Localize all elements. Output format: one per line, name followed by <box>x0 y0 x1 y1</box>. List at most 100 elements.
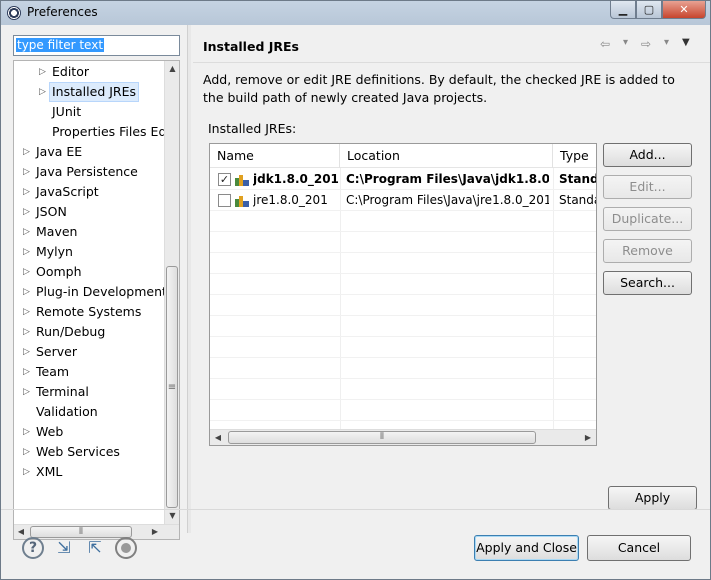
forward-arrow-icon[interactable]: ⇨ <box>641 37 651 51</box>
tree-item-oomph[interactable]: ▷ Oomph <box>14 262 164 282</box>
tree-item-properties-files-editor[interactable]: Properties Files Edi <box>14 122 164 142</box>
tree-item-json[interactable]: ▷ JSON <box>14 202 164 222</box>
expand-arrow-icon[interactable]: ▷ <box>23 302 33 322</box>
tree-item-web-services[interactable]: ▷ Web Services <box>14 442 164 462</box>
tree-item-validation[interactable]: Validation <box>14 402 164 422</box>
tree-item-team[interactable]: ▷ Team <box>14 362 164 382</box>
tree-item-installed-jres[interactable]: ▷ Installed JREs <box>14 82 164 102</box>
apply-and-close-button[interactable]: Apply and Close <box>474 535 579 561</box>
expand-arrow-icon[interactable]: ▷ <box>23 342 33 362</box>
title-bar[interactable]: Preferences ▁ ▢ ✕ <box>1 1 710 25</box>
export-icon[interactable]: ⇱ <box>84 537 106 559</box>
tree-item-remote-systems[interactable]: ▷ Remote Systems <box>14 302 164 322</box>
page-title: Installed JREs <box>203 39 300 54</box>
tree-item-editor[interactable]: ▷ Editor <box>14 62 164 82</box>
tree-vertical-scroll-thumb[interactable]: ≡ <box>166 266 178 508</box>
tree-item-label: Properties Files Edi <box>52 124 164 139</box>
tree-item-java-ee[interactable]: ▷ Java EE <box>14 142 164 162</box>
scroll-right-icon[interactable]: ▶ <box>148 525 162 539</box>
tree-item-label: Remote Systems <box>36 304 142 319</box>
tree-item-label: JSON <box>36 204 67 219</box>
header-separator <box>193 62 710 63</box>
minimize-button[interactable]: ▁ <box>610 1 636 19</box>
scroll-left-icon[interactable]: ◀ <box>210 430 226 445</box>
expand-arrow-icon[interactable]: ▷ <box>23 442 33 462</box>
edit-button[interactable]: Edit... <box>603 175 692 199</box>
row-divider <box>210 231 596 232</box>
table-row[interactable]: ✓ jdk1.8.0_201... C:\Program Files\Java\… <box>210 169 596 190</box>
row-divider <box>210 294 596 295</box>
back-menu-icon[interactable]: ▾ <box>623 37 628 48</box>
tree-item-maven[interactable]: ▷ Maven <box>14 222 164 242</box>
jre-name-cell: jre1.8.0_201 <box>253 193 328 207</box>
filter-input[interactable]: type filter text <box>13 35 180 56</box>
preferences-tree[interactable]: ▷ Editor ▷ Installed JREs JUnit Properti… <box>13 60 180 540</box>
tree-item-xml[interactable]: ▷ XML <box>14 462 164 482</box>
expand-arrow-icon[interactable]: ▷ <box>23 382 33 402</box>
column-header-location[interactable]: Location <box>340 144 553 168</box>
page-navigation: ⇦ ▾ ⇨ ▾ ▼ <box>598 37 698 55</box>
expand-arrow-icon[interactable]: ▷ <box>23 242 33 262</box>
tree-item-junit[interactable]: JUnit <box>14 102 164 122</box>
close-button[interactable]: ✕ <box>662 1 706 19</box>
table-row[interactable]: jre1.8.0_201 C:\Program Files\Java\jre1.… <box>210 190 596 211</box>
duplicate-button[interactable]: Duplicate... <box>603 207 692 231</box>
apply-button[interactable]: Apply <box>608 486 697 510</box>
tree-item-label: Web <box>36 424 64 439</box>
jre-name-cell: jdk1.8.0_201... <box>253 172 339 186</box>
tree-item-plug-in-development[interactable]: ▷ Plug-in Development <box>14 282 167 302</box>
expand-arrow-icon[interactable]: ▷ <box>23 282 33 302</box>
scroll-left-icon[interactable]: ◀ <box>14 525 28 539</box>
scroll-up-icon[interactable]: ▲ <box>165 61 179 77</box>
expand-arrow-icon[interactable]: ▷ <box>39 82 49 102</box>
remove-button[interactable]: Remove <box>603 239 692 263</box>
expand-arrow-icon[interactable]: ▷ <box>23 142 33 162</box>
expand-arrow-icon[interactable]: ▷ <box>23 202 33 222</box>
cancel-button[interactable]: Cancel <box>587 535 691 561</box>
expand-arrow-icon[interactable]: ▷ <box>23 162 33 182</box>
view-menu-icon[interactable]: ▼ <box>682 37 690 48</box>
expand-arrow-icon[interactable]: ▷ <box>23 422 33 442</box>
expand-arrow-icon[interactable]: ▷ <box>23 362 33 382</box>
expand-arrow-icon[interactable]: ▷ <box>23 222 33 242</box>
tree-item-run-debug[interactable]: ▷ Run/Debug <box>14 322 164 342</box>
installed-jres-table[interactable]: Name Location Type ✓ jdk1.8.0_201... C <box>209 143 597 446</box>
record-icon[interactable] <box>115 537 137 559</box>
expand-arrow-icon[interactable]: ▷ <box>39 62 49 82</box>
table-horizontal-scrollbar[interactable]: ◀ ⦀ ▶ <box>210 429 596 445</box>
installed-jres-label: Installed JREs: <box>208 121 297 136</box>
import-icon[interactable]: ⇲ <box>53 537 75 559</box>
search-button[interactable]: Search... <box>603 271 692 295</box>
table-horizontal-scroll-thumb[interactable]: ⦀ <box>228 431 536 444</box>
tree-item-label: Run/Debug <box>36 324 106 339</box>
tree-item-server[interactable]: ▷ Server <box>14 342 164 362</box>
tree-horizontal-scroll-thumb[interactable]: ⦀ <box>30 526 132 538</box>
add-button[interactable]: Add... <box>603 143 692 167</box>
tree-vertical-scrollbar[interactable]: ▲ ≡ ▼ <box>164 61 179 524</box>
help-icon[interactable]: ? <box>22 537 44 559</box>
tree-item-java-persistence[interactable]: ▷ Java Persistence <box>14 162 164 182</box>
jre-checkbox[interactable]: ✓ <box>218 173 231 186</box>
window-title: Preferences <box>27 5 98 19</box>
pane-sash[interactable] <box>187 25 191 533</box>
expand-arrow-icon[interactable]: ▷ <box>23 462 33 482</box>
scroll-down-icon[interactable]: ▼ <box>165 508 179 524</box>
tree-item-web[interactable]: ▷ Web <box>14 422 164 442</box>
tree-item-javascript[interactable]: ▷ JavaScript <box>14 182 164 202</box>
expand-arrow-icon[interactable]: ▷ <box>23 322 33 342</box>
close-icon: ✕ <box>679 3 689 16</box>
tree-item-label: Server <box>36 344 77 359</box>
jre-checkbox[interactable] <box>218 194 231 207</box>
column-header-name[interactable]: Name <box>210 144 340 168</box>
column-header-type[interactable]: Type <box>553 144 596 168</box>
scroll-right-icon[interactable]: ▶ <box>580 430 596 445</box>
tree-item-label: Installed JREs <box>49 82 140 102</box>
expand-arrow-icon[interactable]: ▷ <box>23 262 33 282</box>
forward-menu-icon[interactable]: ▾ <box>664 37 669 48</box>
maximize-icon: ▢ <box>643 3 655 16</box>
tree-item-terminal[interactable]: ▷ Terminal <box>14 382 164 402</box>
back-arrow-icon[interactable]: ⇦ <box>600 37 610 51</box>
expand-arrow-icon[interactable]: ▷ <box>23 182 33 202</box>
tree-item-mylyn[interactable]: ▷ Mylyn <box>14 242 164 262</box>
maximize-button[interactable]: ▢ <box>636 1 662 19</box>
